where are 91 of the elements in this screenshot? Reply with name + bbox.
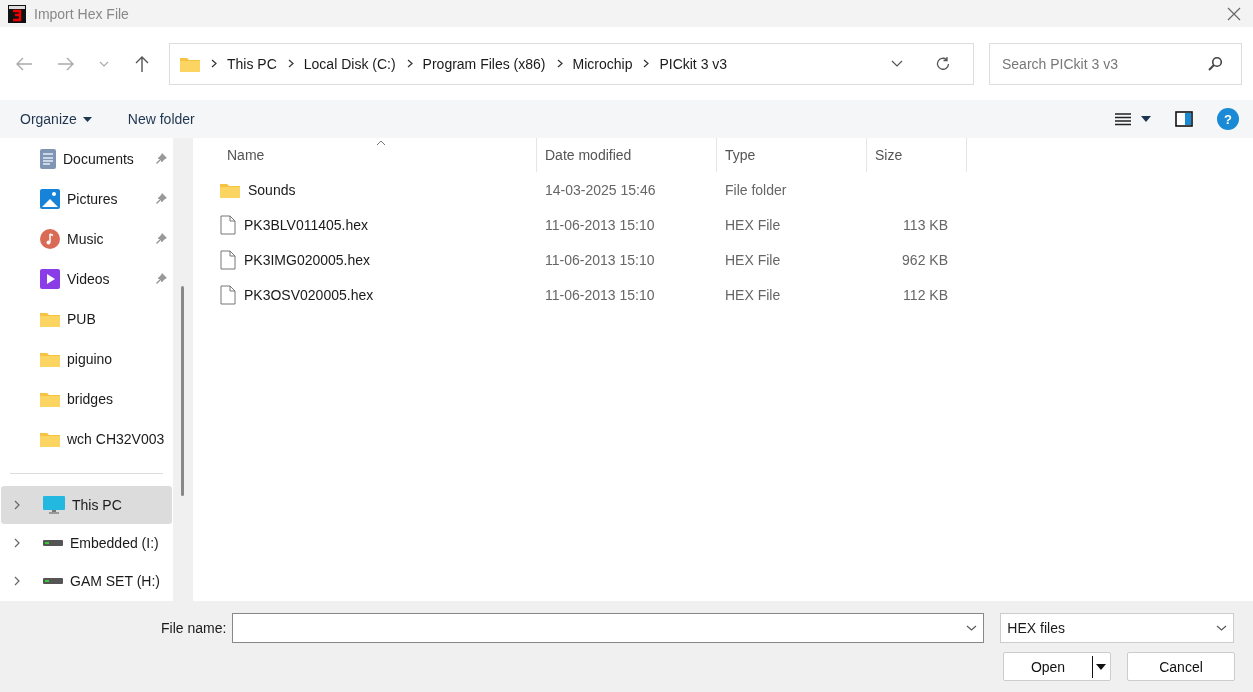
breadcrumb-item[interactable]: Local Disk (C:) <box>303 55 396 72</box>
window-title: Import Hex File <box>34 5 129 22</box>
folder-icon <box>40 351 60 367</box>
folder-icon <box>40 311 60 327</box>
column-header[interactable]: Type <box>717 138 867 172</box>
folder-icon <box>220 181 240 198</box>
sidebar-item[interactable]: This PC <box>1 486 172 524</box>
music-note-icon <box>40 229 60 249</box>
file-icon <box>220 214 236 235</box>
chevron-down-icon[interactable] <box>891 60 903 67</box>
size-cell: 962 KB <box>902 251 948 268</box>
breadcrumb-item[interactable]: This PC <box>227 55 277 72</box>
up-arrow-icon[interactable] <box>135 54 149 73</box>
date-cell-text: 14-03-2025 15:46 <box>544 180 657 200</box>
size-cell: 113 KB <box>903 216 948 233</box>
organize-button[interactable]: Organize <box>12 107 100 131</box>
open-button[interactable]: Open <box>1003 652 1111 681</box>
caret-icon[interactable] <box>1141 116 1151 122</box>
pin-icon[interactable] <box>155 193 167 205</box>
search-icon <box>1208 56 1223 71</box>
type-cell-text: File folder <box>724 180 788 200</box>
chevron-down-icon <box>966 625 978 631</box>
monitor-icon <box>43 496 65 514</box>
file-name-label: File name: <box>161 620 227 636</box>
column-header[interactable]: Name <box>193 138 537 172</box>
date-cell-text: 11-06-2013 15:10 <box>544 250 656 270</box>
chevron-right-icon <box>287 59 294 68</box>
folder-icon <box>40 391 60 407</box>
app-logo-icon <box>8 4 26 23</box>
close-icon[interactable] <box>1227 6 1241 21</box>
sidebar-item[interactable]: Embedded (I:) <box>1 524 172 562</box>
sidebar-item[interactable]: wch CH32V003 <box>0 419 173 459</box>
video-icon <box>40 269 60 289</box>
pin-icon[interactable] <box>155 153 167 165</box>
file-name-field[interactable] <box>232 613 985 643</box>
preview-pane-icon[interactable] <box>1175 111 1193 127</box>
sort-caret-icon <box>376 140 386 146</box>
column-header[interactable]: Size <box>867 138 967 172</box>
scrollbar-thumb[interactable] <box>181 286 184 496</box>
chevron-right-icon <box>406 59 413 68</box>
picture-icon <box>40 189 60 209</box>
folder-icon <box>180 55 200 72</box>
chevron-down-icon <box>1216 625 1228 631</box>
file-name[interactable]: PK3OSV020005.hex <box>244 286 374 303</box>
file-name[interactable]: PK3BLV011405.hex <box>244 216 369 233</box>
new-folder-button[interactable]: New folder <box>119 107 203 131</box>
chevron-right-icon <box>643 59 650 68</box>
breadcrumb-item[interactable]: Microchip <box>572 55 633 72</box>
type-cell-text: HEX File <box>724 285 782 305</box>
forward-arrow-icon[interactable] <box>57 56 75 71</box>
sidebar-item[interactable]: Pictures <box>0 179 173 219</box>
cancel-button[interactable]: Cancel <box>1127 652 1235 681</box>
back-arrow-icon[interactable] <box>15 56 33 71</box>
document-icon <box>40 149 56 169</box>
chevron-right-icon[interactable] <box>14 538 20 548</box>
type-cell-text: HEX File <box>724 215 782 235</box>
folder-icon <box>40 431 60 447</box>
sidebar-item[interactable]: Documents <box>0 139 173 179</box>
breadcrumb-item[interactable]: Program Files (x86) <box>422 55 546 72</box>
sidebar-item[interactable]: GAM SET (H:) <box>1 562 172 600</box>
drive-icon <box>43 578 63 584</box>
file-name[interactable]: Sounds <box>248 181 296 198</box>
address-bar[interactable]: This PC Local Disk (C:) Program Files (x86) Microchip PICkit 3 v3 <box>169 42 974 85</box>
sidebar-item[interactable]: PUB <box>0 299 173 339</box>
sidebar-item[interactable]: Videos <box>0 259 173 299</box>
drive-icon <box>43 540 63 546</box>
file-icon <box>220 284 236 305</box>
caret-icon <box>82 116 92 122</box>
chevron-right-icon <box>211 59 217 68</box>
help-icon[interactable]: ? <box>1217 108 1239 130</box>
file-name[interactable]: PK3IMG020005.hex <box>244 251 371 268</box>
chevron-right-icon[interactable] <box>14 576 20 586</box>
pin-icon[interactable] <box>155 233 167 245</box>
pin-icon[interactable] <box>155 273 167 285</box>
type-cell-text: HEX File <box>724 250 782 270</box>
sidebar-item[interactable]: Music <box>0 219 173 259</box>
chevron-right-icon <box>556 59 563 68</box>
search-box[interactable]: Search PICkit 3 v3 <box>989 42 1242 85</box>
breadcrumb-item[interactable]: PICkit 3 v3 <box>659 55 728 72</box>
date-cell-text: 11-06-2013 15:10 <box>544 285 656 305</box>
chevron-right-icon[interactable] <box>14 500 20 510</box>
file-icon <box>220 249 236 270</box>
caret-icon <box>1096 663 1106 670</box>
size-cell: 112 KB <box>903 286 948 303</box>
view-options-icon[interactable] <box>1115 112 1131 126</box>
sidebar-item[interactable]: piguino <box>0 339 173 379</box>
sidebar-item[interactable]: bridges <box>0 379 173 419</box>
column-header[interactable]: Date modified <box>537 138 717 172</box>
refresh-icon[interactable] <box>935 55 951 72</box>
file-type-dropdown[interactable]: HEX files <box>1000 613 1235 643</box>
date-cell-text: 11-06-2013 15:10 <box>544 215 656 235</box>
